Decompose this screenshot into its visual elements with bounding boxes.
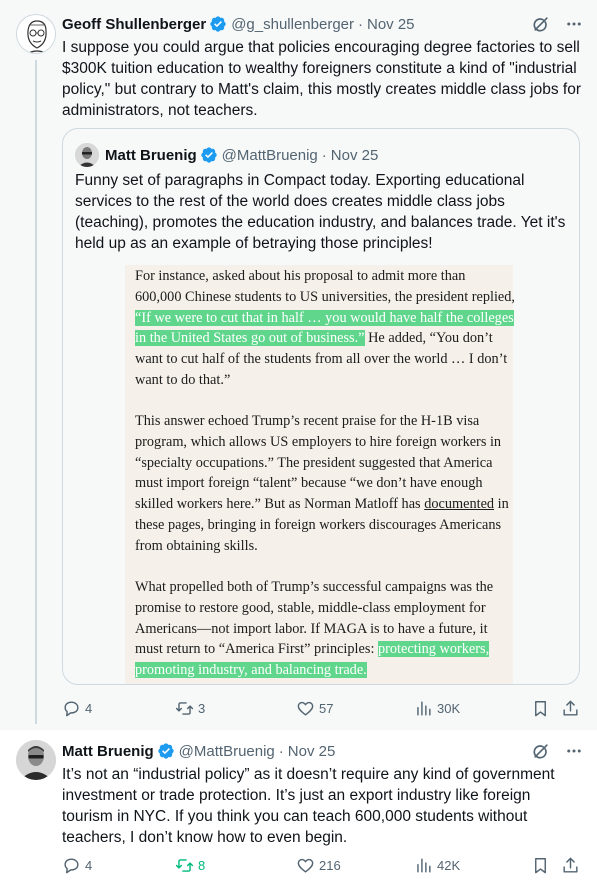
- tweet-header-actions: [531, 741, 583, 761]
- share-button[interactable]: [561, 699, 580, 718]
- share-icon: [563, 857, 578, 873]
- author-handle[interactable]: @g_shullenberger: [231, 16, 354, 33]
- quoted-author-handle: @MattBruenig: [221, 146, 318, 164]
- quoted-tweet-date: Nov 25: [330, 146, 379, 164]
- excerpt-paragraph-3: What propelled both of Trump’s successfu…: [135, 577, 515, 681]
- verified-badge-icon: [200, 147, 217, 163]
- more-icon[interactable]: [565, 15, 583, 33]
- like-button[interactable]: 216: [296, 856, 341, 875]
- views-icon: [417, 858, 431, 873]
- excerpt-paragraph-1: For instance, asked about his proposal t…: [135, 266, 515, 391]
- like-icon: [297, 858, 314, 873]
- tweet-date[interactable]: Nov 25: [288, 743, 336, 760]
- author-handle[interactable]: @MattBruenig: [179, 743, 275, 760]
- article-excerpt-image[interactable]: For instance, asked about his proposal t…: [125, 265, 515, 684]
- verified-badge-icon[interactable]: [157, 742, 175, 760]
- tweet-date[interactable]: Nov 25: [367, 16, 415, 33]
- reply-count: 4: [85, 858, 93, 873]
- tweet-action-bar: 4 8 216 42K: [62, 856, 580, 876]
- repost-count: 3: [198, 701, 206, 716]
- quoted-tweet-text: Funny set of paragraphs in Compact today…: [75, 172, 566, 252]
- reply-icon: [64, 858, 79, 874]
- tweet-geoff[interactable]: Geoff Shullenberger @g_shullenberger · N…: [0, 0, 597, 730]
- quoted-author-name: Matt Bruenig: [105, 146, 197, 164]
- repost-count: 8: [198, 858, 206, 873]
- grok-icon[interactable]: [531, 741, 551, 761]
- tweet-text: I suppose you could argue that policies …: [62, 39, 581, 119]
- excerpt-link-documented: documented: [424, 496, 495, 513]
- share-icon: [563, 700, 578, 716]
- reply-icon: [64, 701, 79, 717]
- excerpt-paragraph-2: This answer echoed Trump’s recent praise…: [135, 411, 515, 557]
- avatar-matt-photo: [75, 143, 99, 167]
- bookmark-icon: [535, 701, 546, 717]
- repost-icon: [175, 702, 194, 715]
- author-name[interactable]: Geoff Shullenberger: [62, 16, 206, 33]
- avatar-matt-photo: [16, 740, 56, 780]
- verified-badge-icon[interactable]: [209, 15, 227, 33]
- author-name[interactable]: Matt Bruenig: [62, 743, 154, 760]
- share-button[interactable]: [561, 856, 580, 875]
- like-count: 216: [319, 858, 341, 873]
- like-button[interactable]: 57: [296, 699, 333, 718]
- bookmark-button[interactable]: [531, 856, 550, 875]
- tweet-text: It’s not an “industrial policy” as it do…: [62, 766, 555, 846]
- dot-separator: ·: [278, 742, 284, 760]
- avatar-matt[interactable]: [16, 740, 56, 780]
- avatar-matt-small: [75, 143, 99, 167]
- dot-separator: ·: [358, 15, 363, 33]
- like-count: 57: [319, 701, 334, 716]
- tweet-header-actions: [531, 14, 583, 34]
- quoted-tweet-header: Matt Bruenig @MattBruenig · Nov 25: [75, 143, 378, 167]
- tweet-action-bar: 4 3 57 30K: [62, 699, 580, 719]
- reply-button[interactable]: 4: [62, 856, 92, 875]
- tweet-matt[interactable]: Matt Bruenig @MattBruenig · Nov 25 It’s …: [0, 730, 597, 886]
- views-count: 30K: [437, 701, 461, 716]
- reply-button[interactable]: 4: [62, 699, 92, 718]
- thread-line: [35, 60, 37, 724]
- repost-button[interactable]: 8: [175, 856, 205, 875]
- bookmark-icon: [535, 858, 546, 874]
- tweet-header: Matt Bruenig @MattBruenig · Nov 25: [62, 741, 335, 761]
- views-icon: [417, 701, 431, 716]
- more-icon[interactable]: [565, 742, 583, 760]
- reply-count: 4: [85, 701, 93, 716]
- views-button[interactable]: 30K: [414, 699, 460, 718]
- repost-button[interactable]: 3: [175, 699, 205, 718]
- grok-icon[interactable]: [531, 14, 551, 34]
- like-icon: [297, 701, 314, 716]
- avatar-geoff-sketch: [27, 20, 47, 53]
- repost-icon: [175, 859, 194, 872]
- dot-separator: ·: [321, 146, 327, 164]
- excerpt-text: For instance, asked about his proposal t…: [135, 268, 516, 305]
- views-button[interactable]: 42K: [414, 856, 460, 875]
- bookmark-button[interactable]: [531, 699, 550, 718]
- tweet-header: Geoff Shullenberger @g_shullenberger · N…: [62, 14, 415, 34]
- avatar-geoff[interactable]: [16, 14, 56, 54]
- views-count: 42K: [437, 858, 461, 873]
- quoted-tweet[interactable]: Matt Bruenig @MattBruenig · Nov 25 Funny…: [62, 128, 580, 685]
